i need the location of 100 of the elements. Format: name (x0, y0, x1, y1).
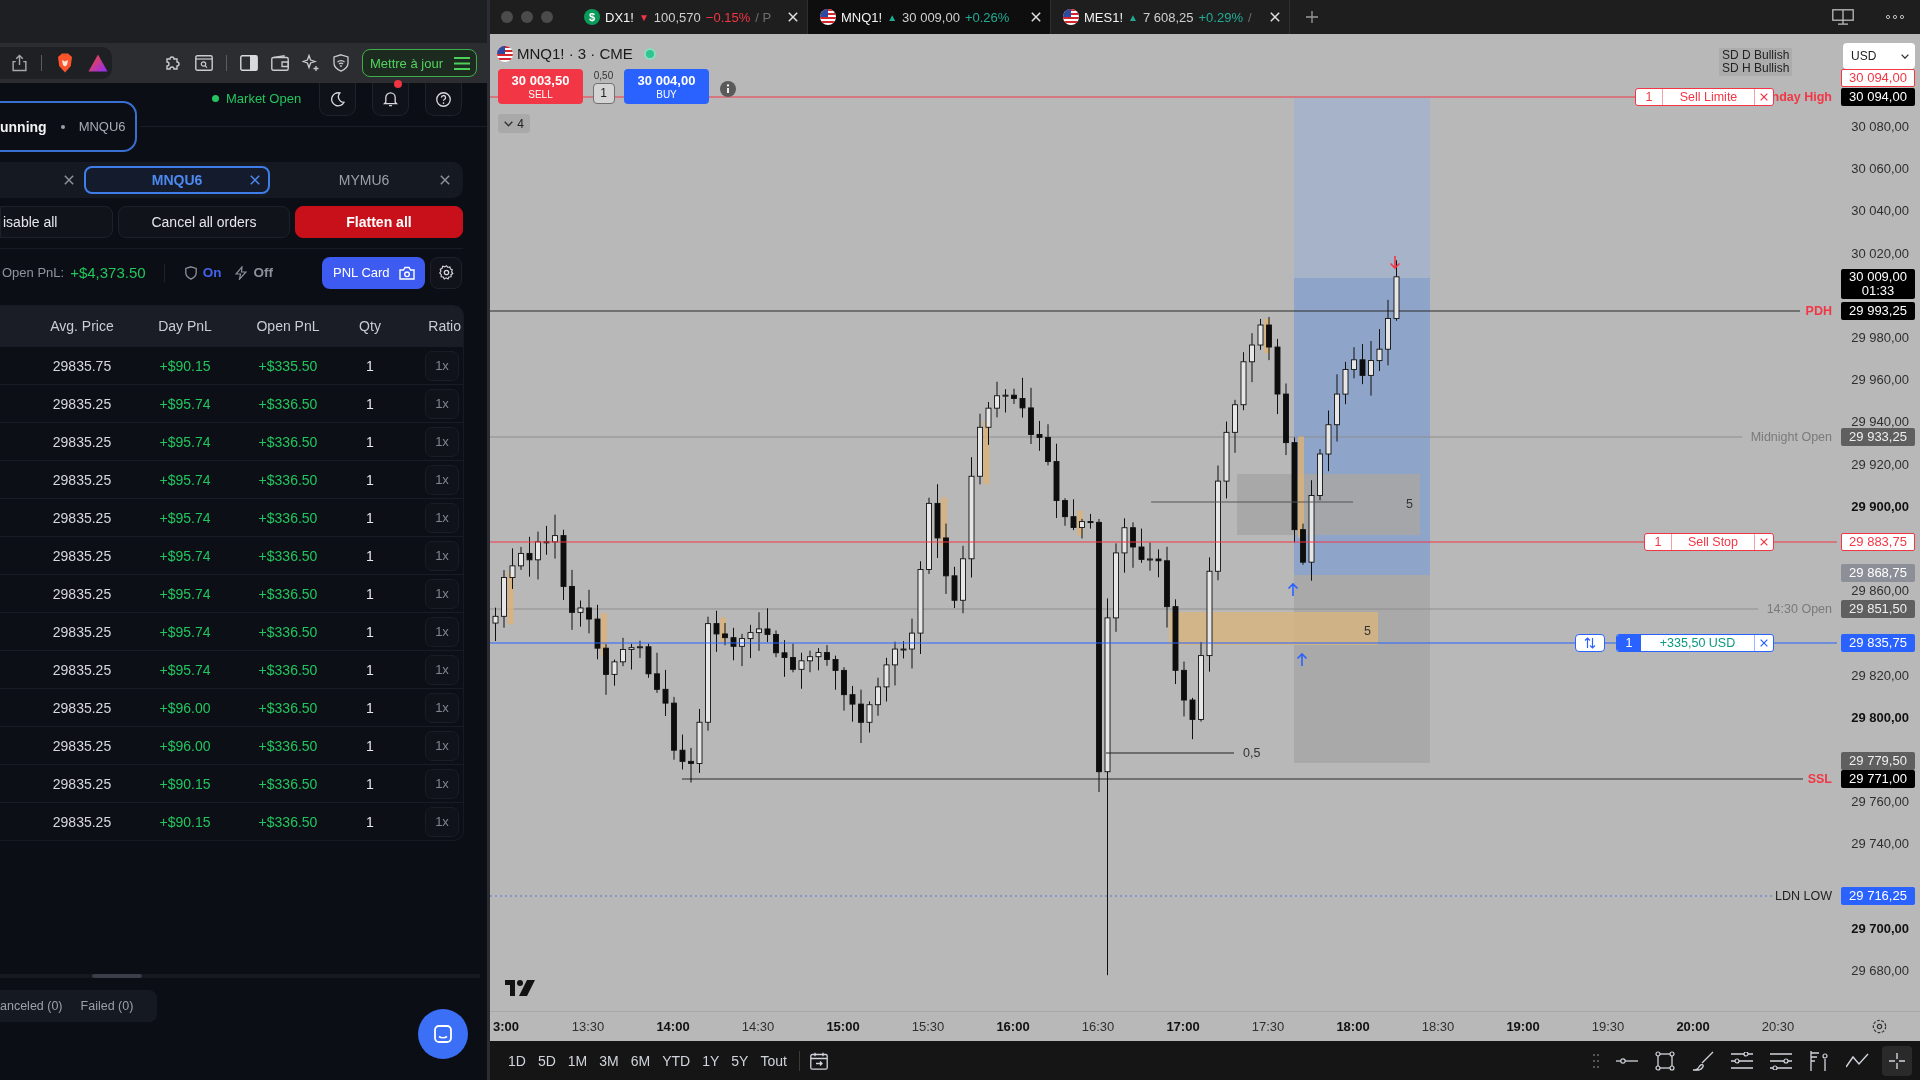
calendar-icon[interactable] (809, 1051, 828, 1070)
quantity-field[interactable]: 1 (592, 82, 615, 104)
flag-icon (497, 45, 513, 62)
table-cell: 1 (366, 471, 374, 488)
search-window-icon[interactable] (195, 55, 213, 71)
reverse-button[interactable] (1575, 634, 1605, 652)
ratio-button[interactable]: 1x (425, 768, 459, 799)
level-label: SSL (1807, 771, 1832, 787)
ratio-button[interactable]: 1x (425, 502, 459, 533)
filter-tab[interactable]: anceled (0) (0, 999, 69, 1013)
ratio-button[interactable]: 1x (425, 654, 459, 685)
plus-icon[interactable] (1306, 11, 1318, 23)
sell-button[interactable]: 30 003,50 SELL (498, 69, 583, 104)
triangle-logo-icon[interactable] (88, 54, 108, 72)
timeframe-button[interactable]: Tout (754, 1052, 793, 1069)
table-cell: +$95.74 (159, 623, 211, 640)
levels-icon[interactable] (1770, 1051, 1792, 1070)
currency-select[interactable]: USD (1843, 43, 1915, 69)
more-icon[interactable] (1886, 15, 1904, 19)
timeframe-button[interactable]: 5Y (725, 1052, 755, 1069)
table-cell: 29835.25 (52, 547, 112, 564)
trend-line-icon[interactable] (1846, 1052, 1870, 1069)
price-tick: 30 020,00 (1851, 245, 1909, 262)
ratio-button[interactable]: 1x (425, 388, 459, 419)
action-button[interactable]: Cancel all orders (118, 206, 290, 238)
table-cell: +$336.50 (258, 509, 318, 526)
settings-button[interactable] (430, 256, 462, 289)
sidebar-icon[interactable] (240, 55, 258, 71)
symbol-text: MNQU6 (78, 119, 126, 134)
chat-button[interactable] (418, 1009, 468, 1059)
buy-button[interactable]: 30 004,00 BUY (624, 69, 709, 104)
price-tag: 29 883,75 (1841, 533, 1915, 551)
timeframe-button[interactable]: 1M (561, 1052, 594, 1069)
scrollbar-thumb[interactable] (92, 974, 142, 978)
time-tick: 20:30 (1761, 1019, 1795, 1034)
shield-logo-icon[interactable] (56, 53, 74, 73)
order-label[interactable]: 1 Sell Limite (1635, 88, 1774, 106)
share-icon[interactable] (12, 54, 27, 72)
legend-text: SD D Bullish (1722, 49, 1790, 62)
crosshair-button[interactable] (1882, 1045, 1912, 1076)
order-label[interactable]: 1 Sell Stop (1644, 533, 1774, 551)
filter-tab[interactable]: Failed (0) (74, 999, 140, 1013)
ratio-button[interactable]: 1x (425, 730, 459, 761)
sparkle-icon[interactable] (302, 54, 320, 72)
theme-button[interactable] (319, 83, 356, 116)
notifications-button[interactable] (372, 83, 409, 116)
info-icon[interactable] (720, 80, 736, 97)
ratio-button[interactable]: 1x (425, 578, 459, 609)
browser-tab[interactable]: MNQ1! ▲ 30 009,00 +0.26% (808, 0, 1051, 34)
symbol-tab[interactable]: MYMU6 (270, 166, 458, 194)
table-cell: 29835.25 (52, 509, 112, 526)
timeframe-button[interactable]: 1Y (696, 1052, 726, 1069)
open-pnl-value: +$4,373.50 (70, 264, 146, 281)
price-tick: 30 080,00 (1851, 119, 1909, 135)
pole-icon[interactable] (1809, 1050, 1829, 1071)
timeframe-button[interactable]: 6M (624, 1052, 657, 1069)
ratio-button[interactable]: 1x (425, 464, 459, 495)
rectangle-icon[interactable] (1655, 1050, 1675, 1071)
zone-label: 0,5 (1243, 745, 1261, 761)
price-tick: 29 860,00 (1851, 583, 1909, 600)
table-cell: +$95.74 (159, 433, 211, 450)
market-status-text: Market Open (226, 91, 303, 106)
action-button[interactable]: isable all (0, 206, 113, 238)
wallet-icon[interactable] (271, 55, 289, 71)
ratio-button[interactable]: 1x (425, 426, 459, 457)
status-dot-icon (645, 49, 654, 58)
monitor-icon[interactable] (1832, 9, 1854, 25)
horizontal-line-icon[interactable] (1616, 1057, 1638, 1064)
timeframe-button[interactable]: YTD (656, 1052, 697, 1069)
levels-icon[interactable] (1731, 1051, 1753, 1070)
order-label[interactable]: 1 +335,50 USD (1616, 634, 1774, 652)
update-button[interactable]: Mettre à jour (362, 49, 477, 77)
timeframe-button[interactable]: 3M (593, 1052, 625, 1069)
open-pnl-label: Open PnL: (2, 265, 65, 280)
pnl-card-button[interactable]: PNL Card (322, 256, 425, 289)
shield-wifi-icon[interactable] (333, 54, 349, 72)
ratio-button[interactable]: 1x (425, 616, 459, 647)
time-tick: 16:30 (1081, 1019, 1115, 1034)
price-tag: 30 094,00 (1841, 69, 1915, 87)
brush-icon[interactable] (1692, 1050, 1714, 1071)
ratio-button[interactable]: 1x (425, 806, 459, 837)
indicators-toggle[interactable]: 4 (498, 114, 530, 133)
price-tag: 29 779,50 (1841, 752, 1915, 770)
timeframe-button[interactable]: 1D (502, 1052, 532, 1069)
settings-icon[interactable] (1872, 1019, 1887, 1034)
ratio-button[interactable]: 1x (425, 540, 459, 571)
ratio-button[interactable]: 1x (425, 350, 459, 381)
shield-icon (184, 265, 197, 280)
help-button[interactable] (425, 83, 462, 116)
mode-option[interactable]: On (202, 265, 222, 280)
action-button[interactable]: Flatten all (295, 206, 463, 238)
price-tag: 29 868,75 (1841, 564, 1915, 582)
mode-option[interactable]: Off (253, 265, 273, 280)
puzzle-icon[interactable] (164, 54, 182, 72)
drag-handle-icon[interactable] (1593, 1053, 1599, 1068)
order-text: Sell Stop (1687, 534, 1739, 550)
symbol-tab[interactable]: MNQU6 (84, 166, 270, 194)
ratio-button[interactable]: 1x (425, 692, 459, 723)
quantity-text: 1 (1645, 534, 1672, 550)
timeframe-button[interactable]: 5D (531, 1052, 562, 1069)
